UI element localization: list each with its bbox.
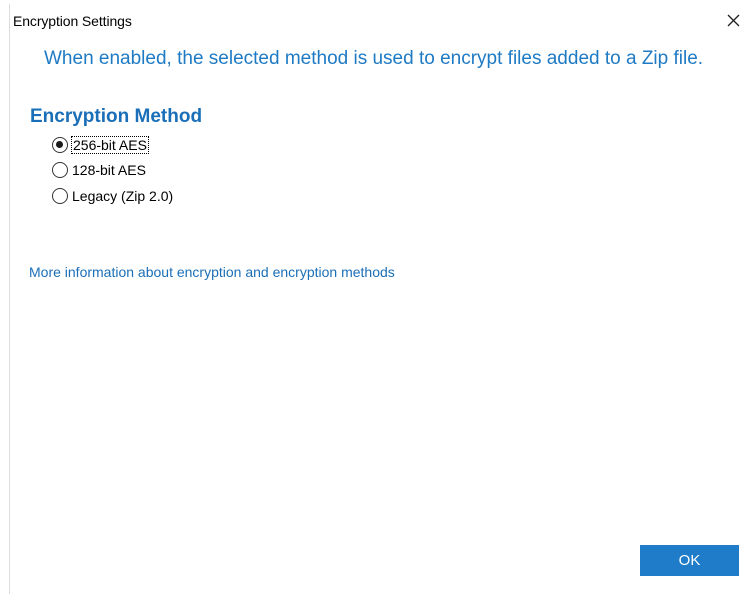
- encryption-info-link[interactable]: More information about encryption and en…: [29, 264, 395, 280]
- description-banner: When enabled, the selected method is use…: [44, 48, 704, 69]
- radio-button[interactable]: [52, 188, 68, 204]
- close-button[interactable]: [722, 8, 746, 32]
- ok-button[interactable]: OK: [640, 545, 739, 576]
- radio-label-legacy-zip: Legacy (Zip 2.0): [72, 188, 174, 204]
- title-bar: Encryption Settings: [0, 0, 747, 44]
- radio-label-256-bit-aes: 256-bit AES: [71, 136, 149, 154]
- radio-button-selected[interactable]: [52, 137, 68, 153]
- window-title: Encryption Settings: [13, 13, 132, 29]
- dialog-left-border: [9, 4, 10, 594]
- radio-option-256-bit-aes[interactable]: 256-bit AES: [52, 135, 149, 155]
- radio-option-128-bit-aes[interactable]: 128-bit AES: [52, 160, 146, 180]
- encryption-method-heading: Encryption Method: [30, 106, 203, 127]
- radio-button[interactable]: [52, 162, 68, 178]
- encryption-settings-dialog: Encryption Settings When enabled, the se…: [0, 0, 747, 594]
- radio-option-legacy-zip[interactable]: Legacy (Zip 2.0): [52, 186, 173, 206]
- close-icon: [722, 8, 746, 32]
- radio-label-128-bit-aes: 128-bit AES: [72, 162, 146, 178]
